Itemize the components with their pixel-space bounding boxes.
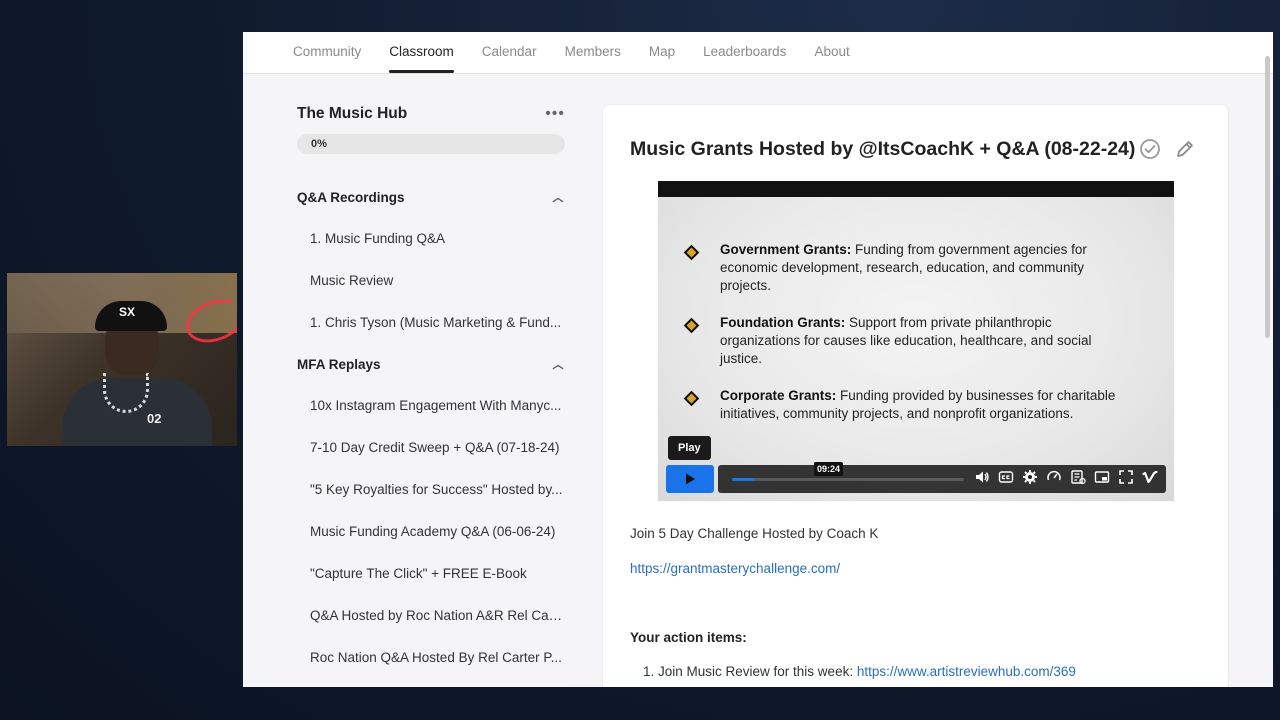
lesson-card: Music Grants Hosted by @ItsCoachK + Q&A … [602,104,1229,687]
lesson-item[interactable]: Music Funding Academy Q&A (06-06-24) [297,522,565,542]
check-circle-icon[interactable] [1139,138,1161,160]
lesson-item[interactable]: 1. Music Funding Q&A [297,229,565,249]
lesson-item[interactable]: Music Review [297,271,565,291]
speed-icon[interactable] [1046,469,1062,485]
pip-icon[interactable] [1094,469,1110,485]
more-horizontal-icon[interactable]: ••• [545,105,565,123]
app-window: Community Classroom Calendar Members Map… [243,32,1273,687]
tab-classroom[interactable]: Classroom [389,44,454,73]
tab-map[interactable]: Map [649,44,675,73]
chevron-up-icon[interactable]: ︿ [551,189,565,205]
video-player[interactable]: Government Grants: Funding from governme… [658,181,1174,501]
lesson-item[interactable]: 1. Chris Tyson (Music Marketing & Fund..… [297,313,565,333]
volume-icon[interactable] [974,469,990,485]
tab-leaderboards[interactable]: Leaderboards [703,44,786,73]
lesson-item[interactable]: Roc Nation Q&A Hosted By Rel Carter P... [297,648,565,668]
scrubber-fill [732,478,756,481]
play-tooltip: Play [668,436,711,460]
lesson-description: Join 5 Day Challenge Hosted by Coach K [630,526,879,541]
control-icons [974,469,1158,485]
video-slide: Government Grants: Funding from governme… [658,197,1174,501]
pencil-icon[interactable] [1174,138,1196,160]
bullet-heading: Government Grants: [720,242,852,257]
play-button[interactable] [666,465,714,493]
challenge-link[interactable]: https://grantmasterychallenge.com/ [630,561,840,576]
course-title: The Music Hub [297,105,408,122]
jersey-number: 02 [147,411,162,426]
section-mfa-replays[interactable]: MFA Replays ︿ [297,354,565,374]
fullscreen-icon[interactable] [1118,469,1134,485]
video-scrubber[interactable]: 09:24 [732,462,964,481]
tab-community[interactable]: Community [293,44,361,73]
lesson-item[interactable]: 7-10 Day Credit Sweep + Q&A (07-18-24) [297,438,565,458]
course-header: The Music Hub ••• [297,102,565,126]
diamond-bullet-icon [683,317,700,334]
lesson-item[interactable]: Q&A Hosted by Roc Nation A&R Rel Cart... [297,606,565,626]
settings-icon[interactable] [1022,469,1038,485]
lesson-item[interactable]: "Capture The Click" + FREE E-Book [297,564,565,584]
action-item-text: 1. Join Music Review for this week: [643,664,857,679]
page-scrollbar[interactable] [1265,56,1270,338]
captions-icon[interactable] [998,469,1014,485]
tab-about[interactable]: About [814,44,849,73]
webcam-overlay: SX 02 [7,273,237,446]
bullet-heading: Corporate Grants: [720,388,837,403]
action-items-heading: Your action items: [630,630,747,645]
action-item: 1. Join Music Review for this week: http… [643,664,1076,679]
section-qa-recordings[interactable]: Q&A Recordings ︿ [297,187,565,207]
section-title: Q&A Recordings [297,189,405,205]
cap-logo: SX [119,305,136,319]
top-navigation: Community Classroom Calendar Members Map… [243,32,1273,74]
action-item-link[interactable]: https://www.artistreviewhub.com/369 [857,664,1076,679]
progress-label: 0% [311,138,327,150]
section-title: MFA Replays [297,356,381,372]
lesson-item[interactable]: 10x Instagram Engagement With Manyc... [297,396,565,416]
timestamp-chip: 09:24 [814,462,844,476]
control-bar: 09:24 [718,462,1166,493]
course-sidebar: The Music Hub ••• 0% Q&A Recordings ︿ 1.… [297,102,565,668]
course-progress-bar: 0% [297,134,565,154]
transcript-icon[interactable] [1070,469,1086,485]
diamond-bullet-icon [683,390,700,407]
video-controls: 09:24 [666,462,1166,495]
play-icon [686,473,695,485]
lesson-item[interactable]: "5 Key Royalties for Success" Hosted by.… [297,480,565,500]
chevron-up-icon[interactable]: ︿ [551,356,565,372]
vimeo-icon[interactable] [1142,469,1158,485]
tab-calendar[interactable]: Calendar [482,44,537,73]
diamond-bullet-icon [683,244,700,261]
bullet-heading: Foundation Grants: [720,315,846,330]
tab-members[interactable]: Members [565,44,621,73]
lesson-title: Music Grants Hosted by @ItsCoachK + Q&A … [630,138,1136,160]
